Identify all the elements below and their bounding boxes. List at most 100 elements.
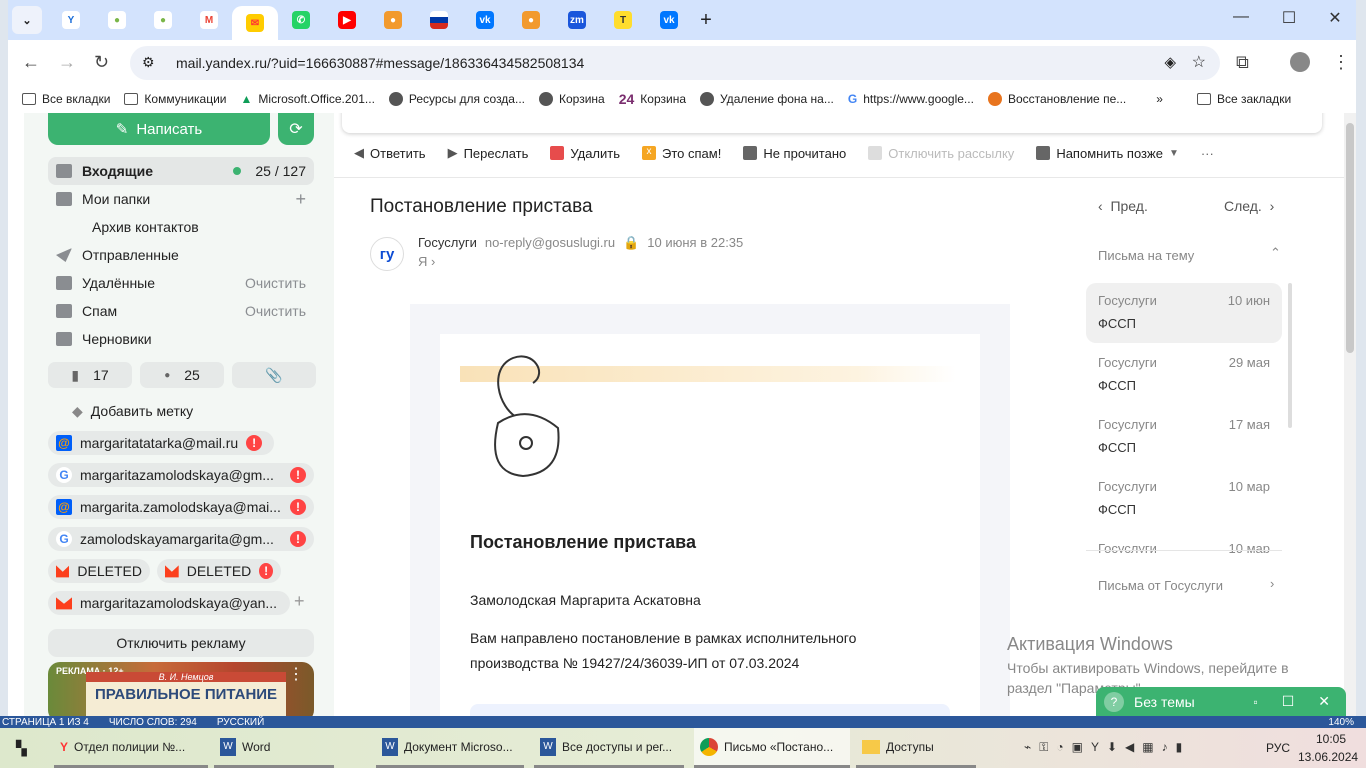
bookmark-google[interactable]: Ghttps://www.google... (848, 92, 974, 106)
account-yandex[interactable]: margaritazamolodskaya@yan... (48, 591, 290, 615)
tab-contact[interactable]: ● (94, 6, 140, 34)
folder-sent[interactable]: Отправленные (48, 241, 314, 269)
tab-ok[interactable]: ● (508, 6, 554, 34)
thread-item[interactable]: Госуслуги 29 мая ФССП (1086, 345, 1282, 405)
folder-drafts[interactable]: Черновики (48, 325, 314, 353)
add-folder-button[interactable]: + (295, 189, 306, 210)
language-indicator[interactable]: РУС (1266, 741, 1290, 755)
sender-name[interactable]: Госуслуги (418, 235, 477, 251)
more-button[interactable]: ··· (1201, 146, 1214, 161)
bookmark-restore[interactable]: Восстановление пе... (987, 92, 1126, 106)
system-tray-icons[interactable]: ⌁⚿◔▣Y⬇◀▦♪▮ (1024, 740, 1190, 755)
ad-menu-icon[interactable]: ⋮ (288, 664, 304, 684)
thread-item[interactable]: Госуслуги 17 мая ФССП (1086, 407, 1282, 467)
taskbar-document[interactable]: W Документ Microso... (376, 728, 524, 768)
minimize-icon[interactable]: ▫ (1253, 695, 1257, 709)
account-mailru[interactable]: @ margaritatatarka@mail.ru! (48, 431, 274, 455)
tab-zm[interactable]: zm (554, 6, 600, 34)
thread-item[interactable]: Госуслуги 10 мар ФССП (1086, 469, 1282, 529)
menu-icon[interactable]: ⋮ (1332, 52, 1350, 73)
recipient-toggle[interactable]: Я › (418, 254, 435, 269)
folder-trash[interactable]: Удалённые Очистить (48, 269, 314, 297)
advertisement[interactable]: РЕКЛАМА · 12+ ⋮ В. И. Немцов ПРАВИЛЬНОЕ … (48, 662, 314, 716)
add-account-button[interactable]: + (294, 591, 305, 612)
page-scrollbar[interactable] (1344, 113, 1356, 716)
folder-my-folders[interactable]: Мои папки + (48, 185, 314, 213)
account-deleted[interactable]: DELETED (48, 559, 150, 583)
thread-item[interactable]: Госуслуги 10 июн ФССП (1086, 283, 1282, 343)
profile-avatar[interactable] (1290, 52, 1310, 72)
maximize-button[interactable]: ☐ (1274, 8, 1304, 28)
start-button[interactable]: ▚ (16, 740, 27, 757)
unread-filter[interactable]: ● 25 (140, 362, 224, 388)
tab-yandex-browser[interactable]: Y (48, 6, 94, 34)
folder-spam[interactable]: Спам Очистить (48, 297, 314, 325)
account-gmail[interactable]: Gmargaritazamolodskaya@gm...! (48, 463, 314, 487)
delete-button[interactable]: Удалить (550, 146, 620, 161)
flagged-filter[interactable]: ▮ 17 (48, 362, 132, 388)
reply-button[interactable]: ◀ Ответить (354, 145, 426, 161)
remind-later-button[interactable]: Напомнить позже ▼ (1036, 146, 1179, 161)
taskbar-chrome[interactable]: Письмо «Постано... (694, 728, 850, 768)
address-bar[interactable]: ⚙ mail.yandex.ru/?uid=166630887#message/… (130, 46, 1220, 80)
site-settings-icon[interactable]: ⚙ (142, 54, 155, 71)
bookmark-all-tabs[interactable]: Все вкладки (22, 92, 110, 106)
disable-ads-button[interactable]: Отключить рекламу (48, 629, 314, 657)
mark-unread-button[interactable]: Не прочитано (743, 146, 846, 161)
tab-gmail[interactable]: M (186, 6, 232, 34)
add-label-button[interactable]: ◆ Добавить метку (48, 397, 314, 425)
new-tab-button[interactable]: + (692, 6, 720, 34)
expand-icon[interactable]: ☐ (1282, 693, 1295, 710)
prev-message-button[interactable]: ‹ Пред. (1098, 198, 1148, 214)
clock-time[interactable]: 10:05 (1316, 732, 1346, 746)
bookmark-resources[interactable]: Ресурсы для созда... (388, 92, 525, 106)
account-mailru-2[interactable]: @ margarita.zamolodskaya@mai...! (48, 495, 314, 519)
tab-vk[interactable]: vk (646, 6, 692, 34)
all-bookmarks[interactable]: Все закладки (1196, 92, 1291, 106)
minimize-button[interactable]: — (1226, 8, 1256, 26)
taskbar-accesses-doc[interactable]: W Все доступы и рег... (534, 728, 684, 768)
close-window-button[interactable]: ✕ (1320, 8, 1350, 28)
spam-button[interactable]: x Это спам! (642, 146, 721, 161)
taskbar-yandex[interactable]: Y Отдел полиции №... (54, 728, 208, 768)
bookmarks-more[interactable]: » (1156, 92, 1163, 106)
tab-tinkoff[interactable]: T (600, 6, 646, 34)
bookmark-communications[interactable]: Коммуникации (124, 92, 227, 106)
forward-icon[interactable]: → (58, 52, 76, 73)
tab-vk[interactable]: vk (462, 6, 508, 34)
bookmark-office[interactable]: ▲ Microsoft.Office.201... (241, 92, 375, 106)
thread-scrollbar[interactable] (1288, 283, 1292, 428)
reload-icon[interactable]: ↻ (94, 52, 109, 73)
clear-trash-button[interactable]: Очистить (245, 275, 306, 291)
thread-title[interactable]: Письма на тему (1098, 248, 1194, 263)
tab-contact[interactable]: ● (140, 6, 186, 34)
collapse-icon[interactable]: ⌃ (1270, 245, 1281, 261)
next-message-button[interactable]: След. › (1224, 198, 1274, 214)
bookmark-korzina-24[interactable]: 24 Корзина (619, 91, 686, 107)
clock-date[interactable]: 13.06.2024 (1298, 750, 1358, 764)
clear-spam-button[interactable]: Очистить (245, 303, 306, 319)
close-icon[interactable]: ✕ (1318, 693, 1330, 710)
folder-inbox[interactable]: Входящие 25 / 127 (48, 157, 314, 185)
extensions-icon[interactable]: ⧉ (1236, 52, 1249, 73)
taskbar-word[interactable]: W Word (214, 728, 334, 768)
tab-search-button[interactable]: ⌄ (12, 6, 42, 34)
bookmark-remove-bg[interactable]: Удаление фона на... (700, 92, 834, 106)
account-gmail-2[interactable]: Gzamolodskayamargarita@gm...! (48, 527, 314, 551)
bookmark-star-icon[interactable]: ☆ (1192, 52, 1206, 72)
compose-minimized-panel[interactable]: ? Без темы ▫ ☐ ✕ (1096, 687, 1346, 716)
zoom-level[interactable]: 140% (1328, 717, 1354, 728)
tab-russia-flag[interactable] (416, 6, 462, 34)
bookmark-korzina[interactable]: Корзина (538, 92, 605, 106)
taskbar-folder[interactable]: Доступы (856, 728, 976, 768)
translate-icon[interactable]: ◈ (1164, 53, 1176, 71)
account-deleted-2[interactable]: DELETED! (157, 559, 281, 583)
tab-whatsapp[interactable]: ✆ (278, 6, 324, 34)
folder-archive[interactable]: Архив контактов (48, 213, 314, 241)
tab-ok[interactable]: ● (370, 6, 416, 34)
back-icon[interactable]: ← (22, 52, 40, 73)
compose-button[interactable]: ✎ Написать (48, 113, 270, 145)
tab-youtube[interactable]: ▶ (324, 6, 370, 34)
sender-email[interactable]: no-reply@gosuslugi.ru (485, 235, 615, 251)
refresh-button[interactable]: ⟳ (278, 113, 314, 145)
